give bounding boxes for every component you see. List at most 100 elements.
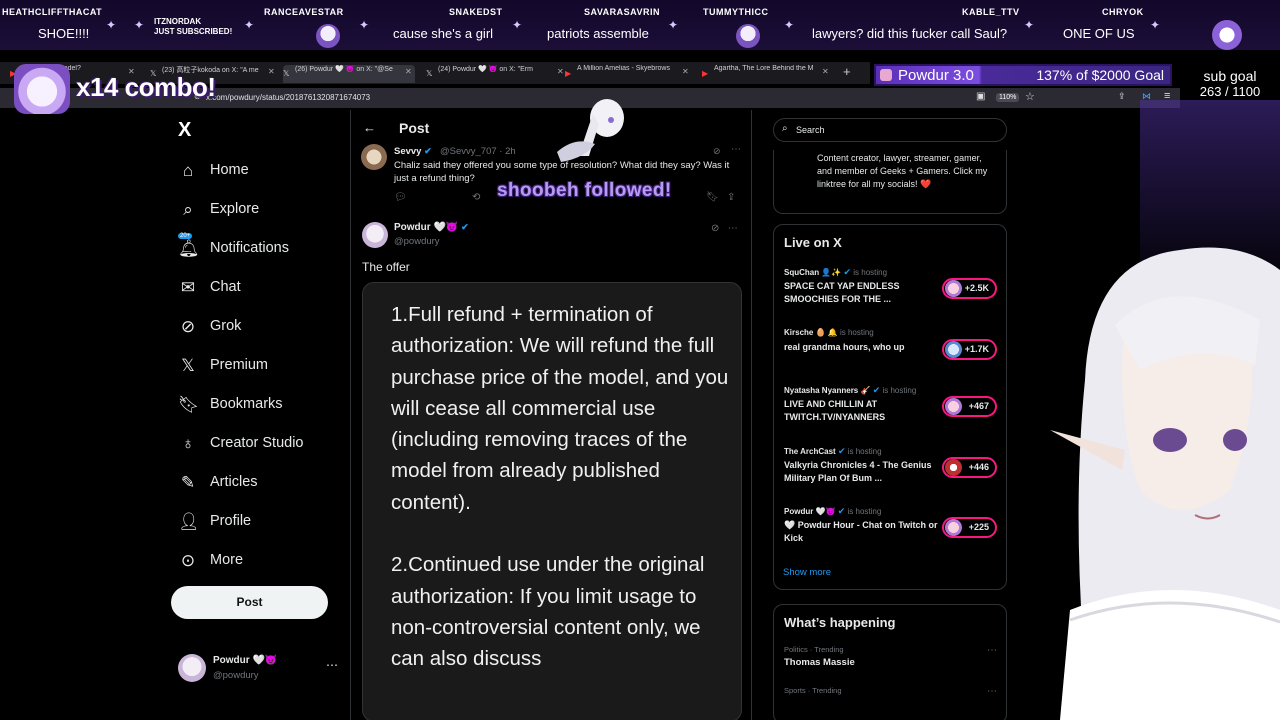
- live-host: Kirsche 🥚 🔔 is hosting: [784, 328, 874, 337]
- new-tab-button[interactable]: +: [843, 64, 851, 79]
- back-arrow-icon[interactable]: ←: [363, 120, 376, 135]
- reply-icon[interactable]: 💬︎: [394, 192, 407, 203]
- person-icon: 👤︎: [178, 512, 200, 531]
- live-item[interactable]: Powdur 🤍😈 ✔ is hosting 🤍 Powdur Hour - C…: [784, 506, 999, 556]
- star-icon: ✦: [359, 18, 370, 32]
- search-input[interactable]: ⌕ Search: [773, 118, 1007, 142]
- nav-explore[interactable]: ⌕ Explore: [170, 196, 340, 226]
- post-text: The offer: [362, 260, 410, 274]
- close-icon[interactable]: ✕: [405, 67, 412, 76]
- nav-more[interactable]: ⊙ More: [170, 547, 340, 577]
- star-icon: ✦: [106, 18, 117, 32]
- nav-notifications[interactable]: 🔔︎ 20+ Notifications: [170, 233, 340, 265]
- star-icon: ✦: [1024, 18, 1035, 32]
- browser-tab[interactable]: ▶ A Million Amelias - Skyebrows: [565, 65, 683, 83]
- trend-item[interactable]: Sports · Trending ⋯: [784, 686, 999, 698]
- avatar: [362, 222, 388, 248]
- tab-title: A Million Amelias - Skyebrows: [577, 65, 670, 72]
- avatar: [178, 654, 206, 682]
- x-icon: 𝕏: [181, 356, 195, 375]
- chat-username: KABLE_TTV: [962, 7, 1020, 17]
- live-title: real grandma hours, who up: [784, 342, 905, 352]
- screenshot-icon[interactable]: ▣: [976, 91, 985, 102]
- combo-avatar-icon: [14, 64, 70, 114]
- star-icon: ✦: [784, 18, 795, 32]
- nav-chat[interactable]: ✉ Chat: [170, 274, 340, 304]
- article-icon: ✎: [180, 473, 196, 492]
- more-icon[interactable]: ⋯: [987, 645, 997, 656]
- listener-count[interactable]: +225: [942, 517, 997, 538]
- listener-count[interactable]: +2.5K: [942, 278, 997, 299]
- chatter-avatar: [316, 24, 340, 48]
- browser-tab[interactable]: ▶ Agartha, The Lore Behind the M: [702, 65, 820, 83]
- star-icon: ✦: [1150, 18, 1161, 32]
- nav-creator-studio[interactable]: ♁ Creator Studio: [170, 430, 340, 460]
- trend-name: Thomas Massie: [784, 657, 855, 668]
- chat-text: lawyers? did this fucker call Saul?: [812, 26, 1008, 41]
- live-host: SquChan 👤✨ ✔ is hosting: [784, 267, 888, 277]
- panel-title: What’s happening: [784, 615, 896, 630]
- star-bookmark-icon[interactable]: ☆: [1025, 90, 1035, 103]
- show-more-link[interactable]: Show more: [783, 567, 831, 578]
- trend-item[interactable]: Politics · Trending Thomas Massie ⋯: [784, 645, 999, 668]
- x-logo-icon[interactable]: X: [178, 119, 191, 142]
- reply-handle: @Sevvy_707 · 2h: [440, 146, 516, 157]
- nav-label: Creator Studio: [210, 435, 304, 451]
- share-icon[interactable]: ⇪: [727, 192, 735, 203]
- browser-tab[interactable]: 𝕏 (24) Powdur 🤍 😈 on X: "Erm: [426, 65, 548, 83]
- nav-premium[interactable]: 𝕏 Premium: [170, 352, 340, 382]
- live-item[interactable]: Kirsche 🥚 🔔 is hosting real grandma hour…: [784, 328, 999, 378]
- live-item[interactable]: Nyatasha Nyanners 🎸 ✔ is hosting LIVE AN…: [784, 385, 999, 435]
- nav-articles[interactable]: ✎ Articles: [170, 469, 340, 499]
- nav-label: Grok: [210, 318, 242, 334]
- zoom-level[interactable]: 110%: [996, 93, 1020, 102]
- chat-username: CHRYOK: [1102, 7, 1144, 17]
- image-text: 1.Full refund + termination of authoriza…: [391, 303, 729, 671]
- more-icon[interactable]: ⋯: [326, 658, 338, 672]
- nav-label: Explore: [210, 201, 260, 217]
- close-icon[interactable]: ✕: [682, 67, 689, 76]
- listener-count[interactable]: +446: [942, 457, 997, 478]
- bookmark-icon[interactable]: 🔖︎: [706, 192, 719, 203]
- chatter-avatar: [736, 24, 760, 48]
- more-icon[interactable]: ⋯: [987, 686, 997, 697]
- post-menu-icons[interactable]: ⊘ ⋯: [711, 223, 738, 234]
- chat-username: SNAKEDST: [449, 7, 503, 17]
- nav-profile[interactable]: 👤︎ Profile: [170, 508, 340, 538]
- youtube-icon: ▶: [702, 69, 709, 78]
- listener-count[interactable]: +1.7K: [942, 339, 997, 360]
- browser-tab-active[interactable]: 𝕏 (26) Powdur 🤍 😈 on X: "@Se: [283, 65, 415, 83]
- close-icon[interactable]: ✕: [822, 67, 829, 76]
- share-icon[interactable]: ⇪: [1118, 91, 1126, 102]
- nav-grok[interactable]: ⊘ Grok: [170, 313, 340, 343]
- url-text[interactable]: x.com/powdury/status/2018761320871674073: [206, 93, 370, 102]
- chat-message: CHRYOK ONE OF US: [1040, 0, 1150, 50]
- nav-bookmarks[interactable]: 🔖︎ Bookmarks: [170, 391, 340, 421]
- close-icon[interactable]: ✕: [268, 67, 275, 76]
- x-icon: 𝕏: [283, 69, 290, 78]
- whats-happening-panel: What’s happening Politics · Trending Tho…: [773, 604, 1007, 720]
- star-icon: ✦: [668, 18, 679, 32]
- account-switcher[interactable]: Powdur 🤍😈 @powdury ⋯: [178, 652, 338, 686]
- post-author: Powdur 🤍😈 ✔: [394, 222, 469, 233]
- live-item[interactable]: The ArchCast ✔ is hosting Valkyria Chron…: [784, 446, 999, 496]
- live-host: Powdur 🤍😈 ✔ is hosting: [784, 506, 882, 516]
- vtuber-avatar: [1050, 247, 1280, 720]
- nav-home[interactable]: ⌂ Home: [170, 157, 340, 187]
- post-image[interactable]: 1.Full refund + termination of authoriza…: [362, 282, 742, 720]
- panel-title: Live on X: [784, 235, 842, 250]
- nav-label: Premium: [210, 357, 269, 373]
- retweet-icon[interactable]: ⟲: [472, 192, 480, 203]
- nav-label: Articles: [210, 474, 258, 490]
- post-button[interactable]: Post: [171, 586, 328, 619]
- sub-goal: sub goal 263 / 1100: [1180, 68, 1280, 99]
- star-icon: ✦: [512, 18, 523, 32]
- more-icon: ⊙: [180, 551, 196, 570]
- listener-count[interactable]: +467: [942, 396, 997, 417]
- goal-icon: [880, 69, 892, 81]
- more-icon[interactable]: ⋯: [731, 144, 741, 155]
- grok-icon[interactable]: ⊘: [713, 146, 721, 157]
- live-item[interactable]: SquChan 👤✨ ✔ is hosting SPACE CAT YAP EN…: [784, 267, 999, 317]
- close-icon[interactable]: ✕: [557, 67, 564, 76]
- star-icon: ✦: [134, 18, 145, 32]
